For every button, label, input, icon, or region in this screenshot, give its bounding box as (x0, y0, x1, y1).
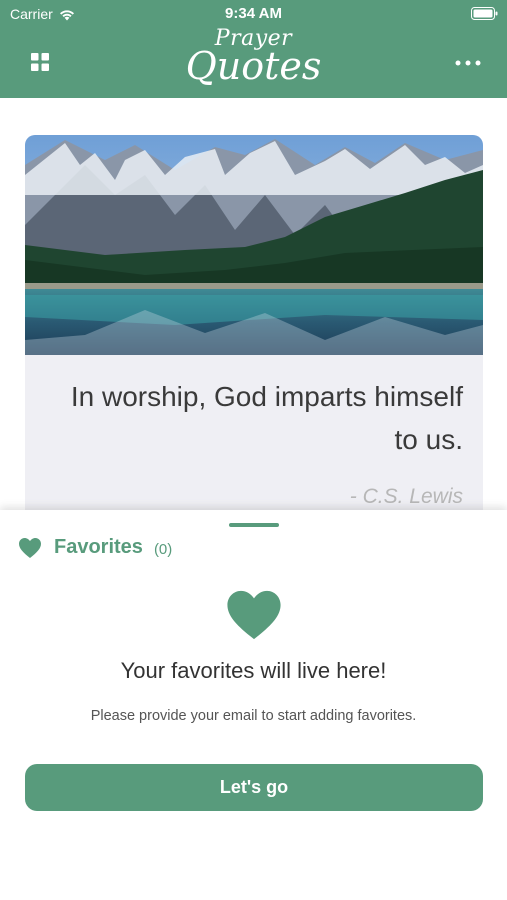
favorites-header: Favorites (0) (18, 536, 172, 559)
quote-card[interactable]: In worship, God imparts himself to us. -… (25, 135, 483, 535)
heart-icon (19, 537, 41, 558)
sheet-grabber[interactable] (229, 523, 279, 527)
battery-icon (471, 7, 498, 20)
app-title-main: Quotes (185, 44, 322, 88)
empty-state-subtitle: Please provide your email to start addin… (90, 708, 417, 724)
quote-text: In worship, God imparts himself to us. (70, 381, 463, 455)
quote-author: - C.S. Lewis (349, 485, 463, 508)
app-title: Prayer Quotes (0, 28, 507, 88)
more-options-icon[interactable] (455, 60, 481, 66)
favorites-title: Favorites (54, 536, 143, 558)
favorites-count: (0) (153, 540, 173, 558)
app-header: Carrier 9:34 AM Prayer Quotes (0, 0, 507, 98)
favorites-sheet[interactable]: Favorites (0) Your favorites will live h… (0, 510, 507, 900)
status-time: 9:34 AM (225, 5, 282, 22)
heart-icon (227, 590, 281, 640)
lets-go-button[interactable]: Let's go (25, 764, 483, 811)
empty-state-title: Your favorites will live here! (120, 658, 387, 683)
status-bar: Carrier 9:34 AM (0, 0, 507, 28)
mountain-lake-image (25, 135, 483, 355)
